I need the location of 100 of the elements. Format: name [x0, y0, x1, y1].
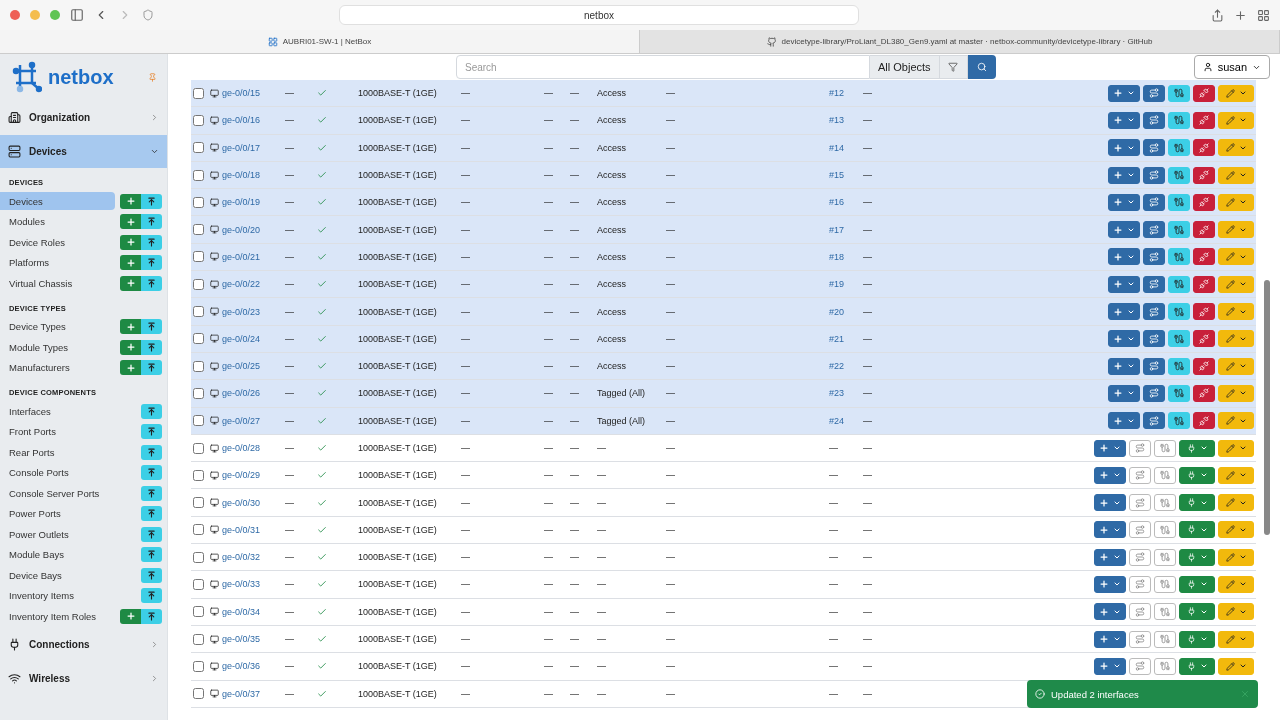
import-button[interactable]	[141, 506, 162, 522]
add-button[interactable]	[120, 193, 141, 209]
connect-dropdown-button[interactable]	[1179, 603, 1215, 621]
edit-dropdown-button[interactable]	[1218, 657, 1254, 675]
nav-item[interactable]: Devices	[0, 192, 115, 211]
import-button[interactable]	[141, 608, 162, 624]
interface-link[interactable]: ge-0/0/34	[222, 606, 261, 617]
row-checkbox[interactable]	[193, 524, 204, 536]
plus-icon[interactable]	[1234, 8, 1247, 22]
add-button[interactable]	[120, 255, 141, 271]
row-checkbox[interactable]	[193, 169, 204, 181]
cable-link[interactable]: #12	[829, 88, 845, 99]
nav-group[interactable]: Organization	[0, 101, 167, 134]
nav-item[interactable]: Device Bays	[0, 566, 136, 585]
nav-item[interactable]: Device Types	[0, 317, 115, 336]
import-button[interactable]	[141, 526, 162, 542]
nav-item[interactable]: Rear Ports	[0, 443, 136, 462]
import-button[interactable]	[141, 424, 162, 440]
import-button[interactable]	[141, 193, 162, 209]
nav-group[interactable]: Wireless	[0, 661, 167, 695]
row-checkbox[interactable]	[193, 497, 204, 509]
add-dropdown-button[interactable]	[1094, 657, 1126, 675]
import-button[interactable]	[141, 255, 162, 271]
row-checkbox[interactable]	[193, 114, 204, 126]
row-checkbox[interactable]	[193, 87, 204, 99]
edit-dropdown-button[interactable]	[1218, 139, 1254, 157]
trace-button[interactable]	[1143, 303, 1165, 320]
nav-item[interactable]: Platforms	[0, 253, 115, 272]
import-button[interactable]	[141, 567, 162, 583]
connect-dropdown-button[interactable]	[1179, 630, 1215, 648]
add-button[interactable]	[120, 339, 141, 355]
filter-button[interactable]	[939, 55, 968, 79]
user-menu-button[interactable]: susan	[1193, 55, 1270, 79]
disconnect-button[interactable]	[1193, 248, 1215, 266]
browser-tab[interactable]: devicetype-library/ProLiant_DL380_Gen9.yaml at master · netbox-community/devicetype-library · GitHub	[640, 30, 1280, 53]
import-button[interactable]	[141, 588, 162, 604]
nav-item[interactable]: Interfaces	[0, 402, 136, 421]
connect-dropdown-button[interactable]	[1179, 439, 1215, 457]
add-dropdown-button[interactable]	[1108, 139, 1140, 157]
row-checkbox[interactable]	[193, 306, 204, 317]
edit-dropdown-button[interactable]	[1218, 494, 1254, 512]
edit-dropdown-button[interactable]	[1218, 630, 1254, 648]
disconnect-button[interactable]	[1193, 412, 1215, 430]
interface-link[interactable]: ge-0/0/16	[222, 115, 261, 126]
add-dropdown-button[interactable]	[1094, 466, 1126, 484]
add-dropdown-button[interactable]	[1108, 330, 1140, 348]
nav-item[interactable]: Virtual Chassis	[0, 274, 115, 293]
edit-dropdown-button[interactable]	[1218, 221, 1254, 239]
trace-button[interactable]	[1143, 221, 1165, 239]
row-checkbox[interactable]	[193, 387, 204, 399]
close-window-button[interactable]	[10, 10, 20, 20]
connect-dropdown-button[interactable]	[1179, 494, 1215, 512]
add-button[interactable]	[120, 275, 141, 291]
add-dropdown-button[interactable]	[1108, 221, 1140, 239]
trace-button[interactable]	[1143, 330, 1165, 348]
connection-button[interactable]	[1168, 303, 1190, 320]
interface-link[interactable]: ge-0/0/25	[222, 361, 261, 372]
trace-button[interactable]	[1143, 412, 1165, 430]
row-checkbox[interactable]	[193, 688, 204, 700]
row-checkbox[interactable]	[193, 333, 204, 345]
connection-button[interactable]	[1168, 330, 1190, 348]
import-button[interactable]	[141, 339, 162, 355]
interface-link[interactable]: ge-0/0/27	[222, 415, 261, 426]
cable-link[interactable]: #22	[829, 361, 845, 372]
edit-dropdown-button[interactable]	[1218, 603, 1254, 621]
interface-link[interactable]: ge-0/0/17	[222, 142, 261, 153]
import-button[interactable]	[141, 234, 162, 250]
cable-link[interactable]: #17	[829, 224, 845, 235]
nav-item[interactable]: Console Ports	[0, 463, 136, 482]
scrollbar-thumb[interactable]	[1264, 280, 1270, 535]
address-bar[interactable]: netbox	[339, 5, 859, 25]
row-checkbox[interactable]	[193, 442, 204, 454]
edit-dropdown-button[interactable]	[1218, 576, 1254, 593]
interface-link[interactable]: ge-0/0/19	[222, 197, 261, 208]
add-dropdown-button[interactable]	[1108, 303, 1140, 320]
trace-button[interactable]	[1143, 248, 1165, 266]
interface-link[interactable]: ge-0/0/29	[222, 470, 261, 481]
interface-link[interactable]: ge-0/0/18	[222, 170, 261, 181]
import-button[interactable]	[141, 547, 162, 563]
sidebar-icon[interactable]	[70, 8, 84, 22]
edit-dropdown-button[interactable]	[1218, 439, 1254, 457]
add-button[interactable]	[120, 234, 141, 250]
nav-group[interactable]: Devices	[0, 135, 167, 168]
import-button[interactable]	[141, 403, 162, 419]
add-button[interactable]	[120, 608, 141, 624]
cable-link[interactable]: #19	[829, 279, 845, 290]
edit-dropdown-button[interactable]	[1218, 466, 1254, 484]
nav-item[interactable]: Power Ports	[0, 504, 136, 523]
interface-link[interactable]: ge-0/0/21	[222, 251, 261, 262]
nav-item[interactable]: Device Roles	[0, 233, 115, 252]
add-button[interactable]	[120, 360, 141, 376]
search-field[interactable]: Search	[456, 55, 870, 79]
cable-link[interactable]: #14	[829, 142, 845, 153]
add-dropdown-button[interactable]	[1094, 548, 1126, 566]
row-checkbox[interactable]	[193, 360, 204, 372]
nav-item[interactable]: Module Types	[0, 338, 115, 357]
edit-dropdown-button[interactable]	[1218, 248, 1254, 266]
row-checkbox[interactable]	[193, 224, 204, 236]
interface-link[interactable]: ge-0/0/35	[222, 634, 261, 645]
cable-link[interactable]: #24	[829, 415, 845, 426]
